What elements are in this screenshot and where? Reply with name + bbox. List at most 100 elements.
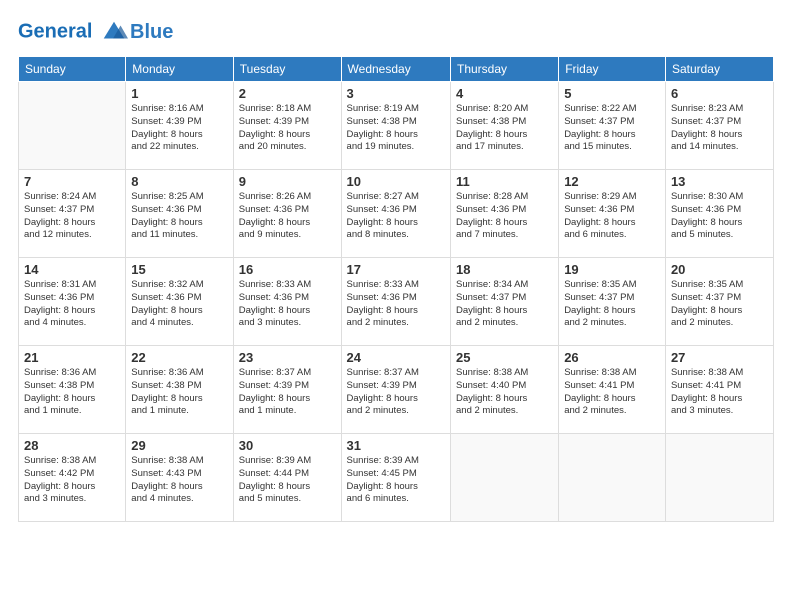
day-info: Sunrise: 8:38 AMSunset: 4:41 PMDaylight:…: [671, 367, 768, 418]
weekday-header-friday: Friday: [559, 57, 666, 82]
day-info: Sunrise: 8:18 AMSunset: 4:39 PMDaylight:…: [239, 103, 336, 154]
day-number: 2: [239, 86, 336, 101]
calendar-cell: 7Sunrise: 8:24 AMSunset: 4:37 PMDaylight…: [19, 170, 126, 258]
day-number: 30: [239, 438, 336, 453]
calendar-cell: 16Sunrise: 8:33 AMSunset: 4:36 PMDayligh…: [233, 258, 341, 346]
day-number: 28: [24, 438, 120, 453]
day-number: 14: [24, 262, 120, 277]
calendar-cell: 30 Sunrise: 8:39 AMSunset: 4:44 PMDayligh…: [233, 434, 341, 522]
day-number: 19: [564, 262, 660, 277]
calendar-cell: 11 Sunrise: 8:28 AMSunset: 4:36 PMDayligh…: [451, 170, 559, 258]
day-number: 23: [239, 350, 336, 365]
day-number: 5: [564, 86, 660, 101]
calendar-cell: 12 Sunrise: 8:29 AMSunset: 4:36 PMDayligh…: [559, 170, 666, 258]
day-info: Sunrise: 8:35 AMSunset: 4:37 PMDaylight:…: [671, 279, 768, 330]
calendar-cell: 2 Sunrise: 8:18 AMSunset: 4:39 PMDaylight…: [233, 82, 341, 170]
day-number: 31: [347, 438, 445, 453]
calendar-cell: 8 Sunrise: 8:25 AMSunset: 4:36 PMDaylight…: [126, 170, 233, 258]
day-number: 4: [456, 86, 553, 101]
calendar-cell: 15Sunrise: 8:32 AMSunset: 4:36 PMDayligh…: [126, 258, 233, 346]
calendar-cell: [451, 434, 559, 522]
day-info: Sunrise: 8:33 AMSunset: 4:36 PMDaylight:…: [239, 279, 336, 330]
day-info: Sunrise: 8:22 AMSunset: 4:37 PMDaylight:…: [564, 103, 660, 154]
week-row-1: 1Sunrise: 8:16 AMSunset: 4:39 PMDaylight…: [19, 82, 774, 170]
week-row-4: 21Sunrise: 8:36 AMSunset: 4:38 PMDayligh…: [19, 346, 774, 434]
day-info: Sunrise: 8:29 AMSunset: 4:36 PMDaylight:…: [564, 191, 660, 242]
day-info: Sunrise: 8:39 AMSunset: 4:45 PMDaylight:…: [347, 455, 445, 506]
calendar-cell: 21Sunrise: 8:36 AMSunset: 4:38 PMDayligh…: [19, 346, 126, 434]
day-number: 29: [131, 438, 227, 453]
day-info: Sunrise: 8:26 AMSunset: 4:36 PMDaylight:…: [239, 191, 336, 242]
day-info: Sunrise: 8:35 AMSunset: 4:37 PMDaylight:…: [564, 279, 660, 330]
calendar-cell: 13 Sunrise: 8:30 AMSunset: 4:36 PMDayligh…: [665, 170, 773, 258]
calendar-cell: 20 Sunrise: 8:35 AMSunset: 4:37 PMDayligh…: [665, 258, 773, 346]
calendar-cell: 10 Sunrise: 8:27 AMSunset: 4:36 PMDayligh…: [341, 170, 450, 258]
header: General Blue: [18, 18, 774, 46]
logo-text-blue: Blue: [130, 21, 173, 44]
calendar-cell: 24Sunrise: 8:37 AMSunset: 4:39 PMDayligh…: [341, 346, 450, 434]
day-info: Sunrise: 8:38 AMSunset: 4:41 PMDaylight:…: [564, 367, 660, 418]
day-number: 7: [24, 174, 120, 189]
weekday-header-wednesday: Wednesday: [341, 57, 450, 82]
logo-text-general: General: [18, 20, 92, 42]
day-info: Sunrise: 8:31 AMSunset: 4:36 PMDaylight:…: [24, 279, 120, 330]
weekday-header-sunday: Sunday: [19, 57, 126, 82]
day-info: Sunrise: 8:34 AMSunset: 4:37 PMDaylight:…: [456, 279, 553, 330]
logo: General Blue: [18, 18, 173, 46]
calendar-cell: 6Sunrise: 8:23 AMSunset: 4:37 PMDaylight…: [665, 82, 773, 170]
calendar-cell: [665, 434, 773, 522]
day-number: 13: [671, 174, 768, 189]
day-number: 3: [347, 86, 445, 101]
day-info: Sunrise: 8:36 AMSunset: 4:38 PMDaylight:…: [24, 367, 120, 418]
weekday-header-monday: Monday: [126, 57, 233, 82]
day-info: Sunrise: 8:25 AMSunset: 4:36 PMDaylight:…: [131, 191, 227, 242]
day-info: Sunrise: 8:16 AMSunset: 4:39 PMDaylight:…: [131, 103, 227, 154]
day-number: 12: [564, 174, 660, 189]
day-number: 20: [671, 262, 768, 277]
weekday-header-thursday: Thursday: [451, 57, 559, 82]
day-info: Sunrise: 8:19 AMSunset: 4:38 PMDaylight:…: [347, 103, 445, 154]
week-row-3: 14 Sunrise: 8:31 AMSunset: 4:36 PMDayligh…: [19, 258, 774, 346]
day-number: 17: [347, 262, 445, 277]
calendar-cell: 28 Sunrise: 8:38 AMSunset: 4:42 PMDayligh…: [19, 434, 126, 522]
calendar-cell: 1Sunrise: 8:16 AMSunset: 4:39 PMDaylight…: [126, 82, 233, 170]
day-info: Sunrise: 8:39 AMSunset: 4:44 PMDaylight:…: [239, 455, 336, 506]
day-number: 11: [456, 174, 553, 189]
calendar-cell: 26Sunrise: 8:38 AMSunset: 4:41 PMDayligh…: [559, 346, 666, 434]
day-info: Sunrise: 8:37 AMSunset: 4:39 PMDaylight:…: [239, 367, 336, 418]
calendar-page: General Blue SundayMondayTuesdayWednesda…: [0, 0, 792, 612]
calendar-cell: 23 Sunrise: 8:37 AMSunset: 4:39 PMDayligh…: [233, 346, 341, 434]
day-number: 8: [131, 174, 227, 189]
day-info: Sunrise: 8:37 AMSunset: 4:39 PMDaylight:…: [347, 367, 445, 418]
day-number: 27: [671, 350, 768, 365]
calendar-cell: 27 Sunrise: 8:38 AMSunset: 4:41 PMDayligh…: [665, 346, 773, 434]
day-info: Sunrise: 8:27 AMSunset: 4:36 PMDaylight:…: [347, 191, 445, 242]
day-info: Sunrise: 8:38 AMSunset: 4:43 PMDaylight:…: [131, 455, 227, 506]
calendar-body: 1Sunrise: 8:16 AMSunset: 4:39 PMDaylight…: [19, 82, 774, 522]
calendar-cell: 25Sunrise: 8:38 AMSunset: 4:40 PMDayligh…: [451, 346, 559, 434]
calendar-cell: 9Sunrise: 8:26 AMSunset: 4:36 PMDaylight…: [233, 170, 341, 258]
day-number: 18: [456, 262, 553, 277]
calendar-cell: 19 Sunrise: 8:35 AMSunset: 4:37 PMDayligh…: [559, 258, 666, 346]
day-info: Sunrise: 8:20 AMSunset: 4:38 PMDaylight:…: [456, 103, 553, 154]
week-row-5: 28 Sunrise: 8:38 AMSunset: 4:42 PMDayligh…: [19, 434, 774, 522]
weekday-header: SundayMondayTuesdayWednesdayThursdayFrid…: [19, 57, 774, 82]
calendar-cell: 5 Sunrise: 8:22 AMSunset: 4:37 PMDaylight…: [559, 82, 666, 170]
day-number: 15: [131, 262, 227, 277]
calendar-cell: 31 Sunrise: 8:39 AMSunset: 4:45 PMDayligh…: [341, 434, 450, 522]
calendar-cell: 3 Sunrise: 8:19 AMSunset: 4:38 PMDaylight…: [341, 82, 450, 170]
day-number: 6: [671, 86, 768, 101]
day-info: Sunrise: 8:38 AMSunset: 4:40 PMDaylight:…: [456, 367, 553, 418]
calendar-cell: [559, 434, 666, 522]
calendar-cell: 17 Sunrise: 8:33 AMSunset: 4:36 PMDayligh…: [341, 258, 450, 346]
day-info: Sunrise: 8:28 AMSunset: 4:36 PMDaylight:…: [456, 191, 553, 242]
day-number: 10: [347, 174, 445, 189]
day-info: Sunrise: 8:38 AMSunset: 4:42 PMDaylight:…: [24, 455, 120, 506]
calendar-cell: 22 Sunrise: 8:36 AMSunset: 4:38 PMDayligh…: [126, 346, 233, 434]
weekday-header-tuesday: Tuesday: [233, 57, 341, 82]
day-number: 22: [131, 350, 227, 365]
day-info: Sunrise: 8:36 AMSunset: 4:38 PMDaylight:…: [131, 367, 227, 418]
calendar-cell: [19, 82, 126, 170]
day-info: Sunrise: 8:30 AMSunset: 4:36 PMDaylight:…: [671, 191, 768, 242]
day-info: Sunrise: 8:33 AMSunset: 4:36 PMDaylight:…: [347, 279, 445, 330]
